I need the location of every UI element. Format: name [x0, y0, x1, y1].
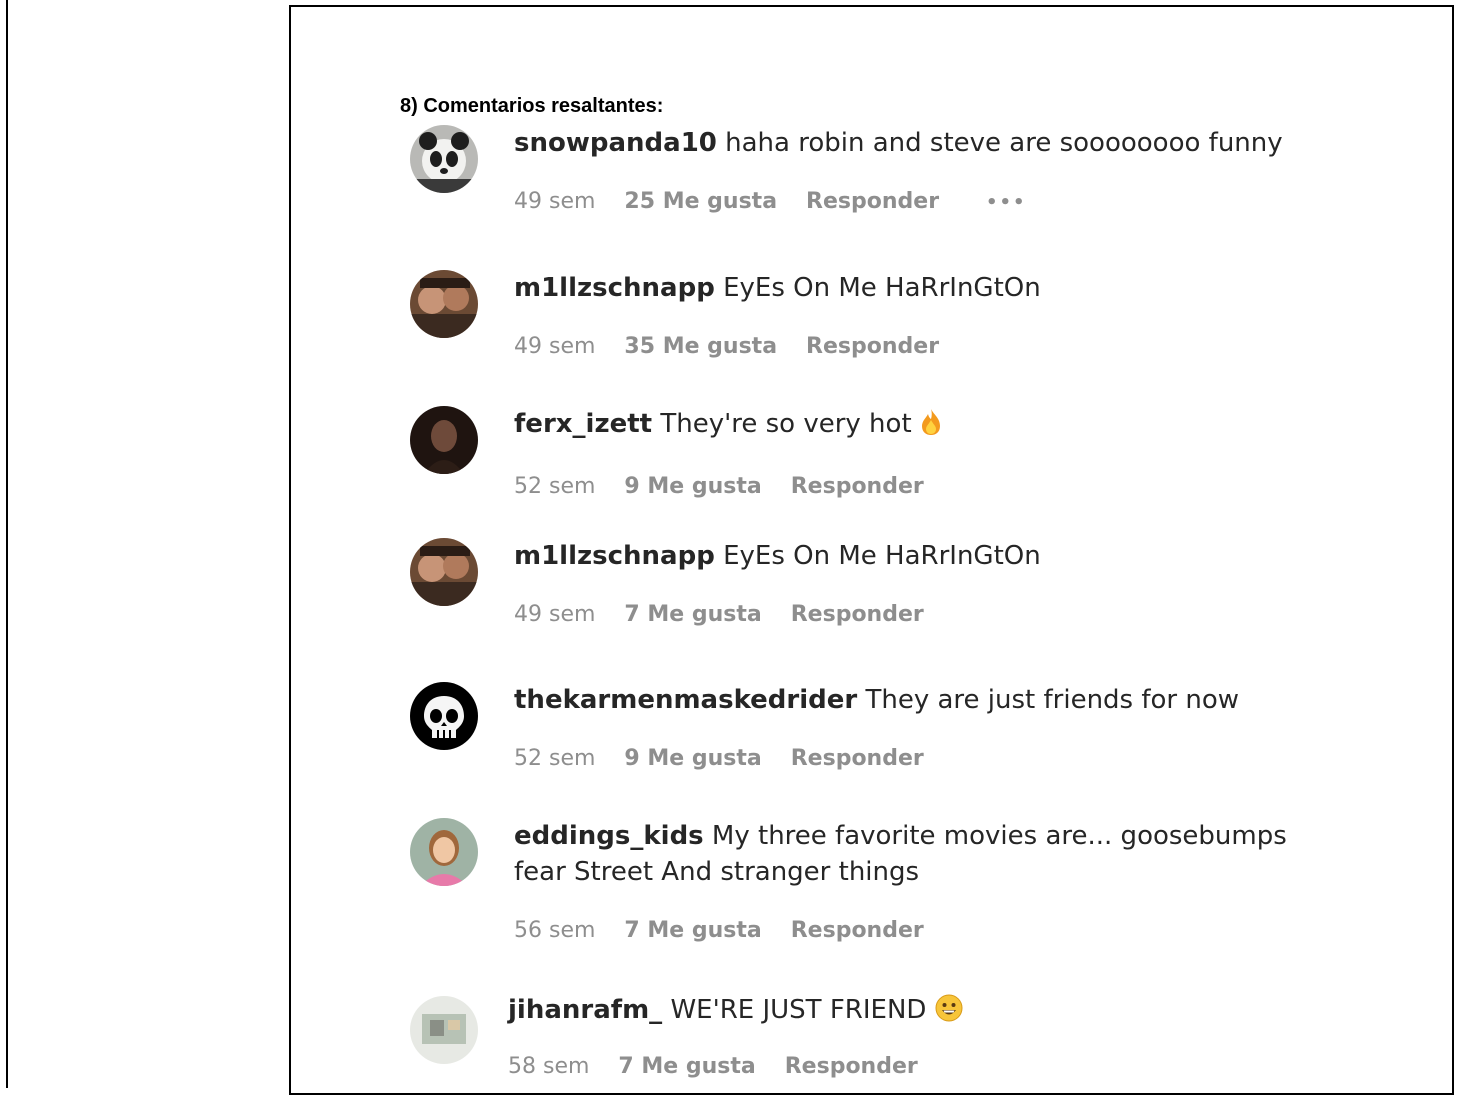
comment-time: 56 sem: [514, 918, 596, 943]
reply-button[interactable]: Responder: [791, 746, 924, 771]
likes-count[interactable]: 7 Me gusta: [618, 1054, 755, 1079]
child-portrait-avatar-icon[interactable]: [410, 818, 478, 886]
comment-username[interactable]: ferx_izett: [514, 409, 652, 439]
comment-time: 49 sem: [514, 602, 596, 627]
comment-username[interactable]: eddings_kids: [514, 821, 704, 851]
more-options-icon[interactable]: •••: [986, 192, 1027, 213]
comment-username[interactable]: m1llzschnapp: [514, 541, 715, 571]
section-title: 8) Comentarios resaltantes:: [400, 95, 664, 117]
comment-text: They're so very hot: [660, 409, 912, 439]
comment-time: 52 sem: [514, 746, 596, 771]
comment-username[interactable]: m1llzschnapp: [514, 273, 715, 303]
couple-photo-avatar-icon[interactable]: [410, 270, 478, 338]
comment-text: EyEs On Me HaRrInGtOn: [723, 273, 1041, 303]
likes-count[interactable]: 9 Me gusta: [624, 746, 761, 771]
comment-time: 49 sem: [514, 189, 596, 214]
couple-photo-avatar-icon[interactable]: [410, 538, 478, 606]
fire-emoji-icon: [920, 408, 942, 446]
comment-text: WE'RE JUST FRIEND: [670, 995, 927, 1025]
reply-button[interactable]: Responder: [806, 334, 939, 359]
likes-count[interactable]: 7 Me gusta: [624, 602, 761, 627]
comment-text: They are just friends for now: [865, 685, 1240, 715]
comment-time: 49 sem: [514, 334, 596, 359]
reply-button[interactable]: Responder: [785, 1054, 918, 1079]
comment-username[interactable]: jihanrafm_: [508, 995, 662, 1025]
skull-avatar-icon[interactable]: [410, 682, 478, 750]
likes-count[interactable]: 35 Me gusta: [624, 334, 777, 359]
reply-button[interactable]: Responder: [791, 918, 924, 943]
comment-username[interactable]: snowpanda10: [514, 128, 717, 158]
likes-count[interactable]: 7 Me gusta: [624, 918, 761, 943]
reply-button[interactable]: Responder: [806, 189, 939, 214]
comment-time: 58 sem: [508, 1054, 590, 1079]
dark-portrait-avatar-icon[interactable]: [410, 406, 478, 474]
comment-text: haha robin and steve are soooooooo funny: [725, 128, 1283, 158]
grinning-face-emoji-icon: [935, 994, 963, 1032]
comment-username[interactable]: thekarmenmaskedrider: [514, 685, 857, 715]
reply-button[interactable]: Responder: [791, 474, 924, 499]
comment-text: EyEs On Me HaRrInGtOn: [723, 541, 1041, 571]
light-photo-avatar-icon[interactable]: [410, 996, 478, 1064]
comment-time: 52 sem: [514, 474, 596, 499]
reply-button[interactable]: Responder: [791, 602, 924, 627]
likes-count[interactable]: 25 Me gusta: [624, 189, 777, 214]
page-left-border: [6, 0, 8, 1088]
likes-count[interactable]: 9 Me gusta: [624, 474, 761, 499]
panda-avatar-icon[interactable]: [410, 125, 478, 193]
